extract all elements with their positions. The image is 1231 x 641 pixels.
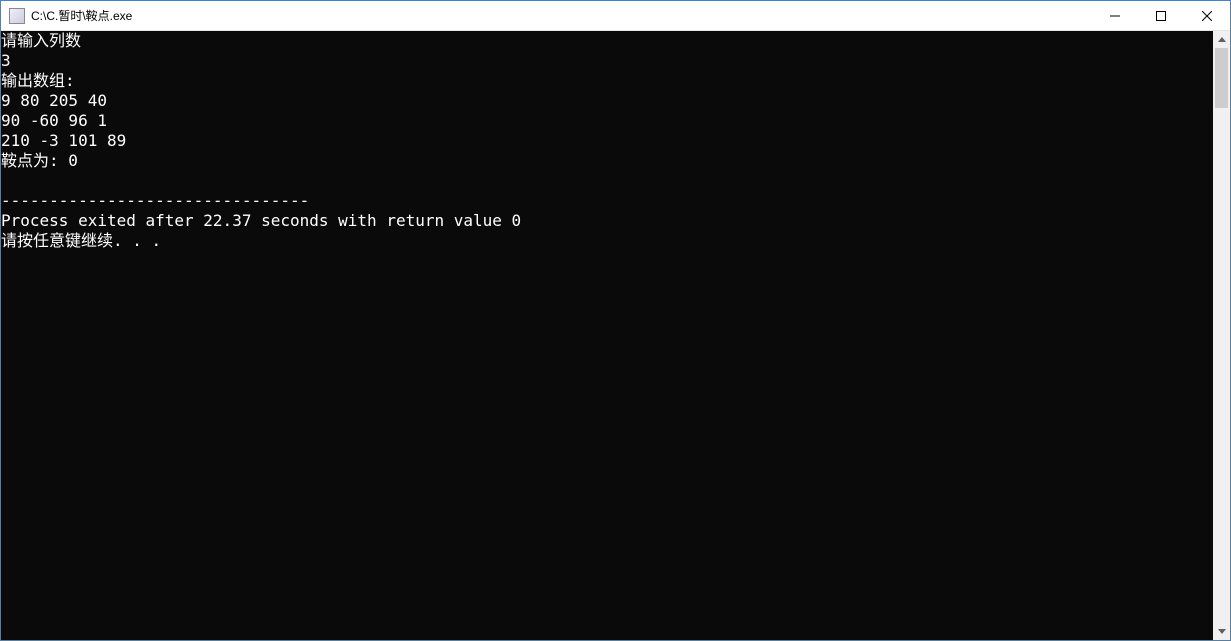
vertical-scrollbar[interactable] xyxy=(1213,31,1230,640)
console-output[interactable]: 请输入列数 3 输出数组: 9 80 205 40 90 -60 96 1 21… xyxy=(1,31,1213,640)
maximize-icon xyxy=(1156,11,1166,21)
console-area: 请输入列数 3 输出数组: 9 80 205 40 90 -60 96 1 21… xyxy=(1,31,1230,640)
chevron-up-icon xyxy=(1218,37,1226,42)
maximize-button[interactable] xyxy=(1138,1,1184,31)
chevron-down-icon xyxy=(1218,629,1226,634)
close-icon xyxy=(1202,11,1212,21)
titlebar[interactable]: C:\C.暂时\鞍点.exe xyxy=(1,1,1230,31)
scrollbar-thumb[interactable] xyxy=(1215,48,1228,108)
window-title: C:\C.暂时\鞍点.exe xyxy=(31,7,132,24)
scroll-down-button[interactable] xyxy=(1213,623,1230,640)
minimize-button[interactable] xyxy=(1092,1,1138,31)
scrollbar-track[interactable] xyxy=(1213,48,1230,623)
app-window: C:\C.暂时\鞍点.exe 请输入列数 3 输出数组: 9 80 205 40… xyxy=(0,0,1231,641)
minimize-icon xyxy=(1110,11,1120,21)
app-icon xyxy=(9,8,25,24)
close-button[interactable] xyxy=(1184,1,1230,31)
scroll-up-button[interactable] xyxy=(1213,31,1230,48)
